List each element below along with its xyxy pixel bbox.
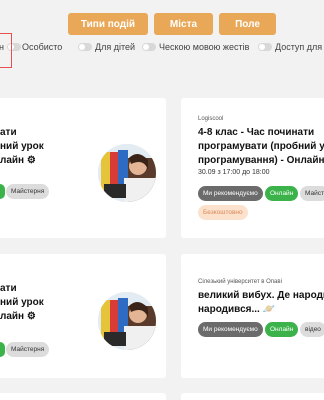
event-thumbnail [98,144,156,202]
toggle-label: Особисто [22,42,63,52]
event-card[interactable]: Logiscool 4-8 клас - Час починати програ… [181,98,324,238]
event-card-partial [0,393,166,400]
card-title[interactable]: великий вибух. Де народив народився... 🪐 [198,289,324,317]
video-tag: відео [300,322,324,337]
toggle-label: Ческою мовою жестів [159,42,250,52]
toggle-switch[interactable] [142,43,156,51]
recommended-tag: Ми рекомендуємо [198,186,263,201]
toggle-filters: н Особисто Для дітей Ческою мовою жестів… [0,42,324,58]
toggle-switch[interactable] [78,43,92,51]
toggle-accessibility[interactable]: Доступ для і [258,42,324,52]
online-tag: Онлайн [265,322,299,337]
card-title[interactable]: ати ний урок лайн ⚙ [0,126,44,168]
toggle-in-person[interactable]: Особисто [22,42,62,52]
event-card[interactable]: Сілезький університет в Опаві великий ви… [181,254,324,378]
event-card-partial [181,393,324,400]
toggle-switch[interactable] [258,43,272,51]
card-date: 30.09 з 17:00 до 18:00 [198,169,270,176]
recommended-tag: Ми рекомендуємо [198,322,263,337]
toggle-for-children[interactable]: Для дітей [78,42,135,52]
city-button[interactable]: Міста [154,13,213,35]
field-button[interactable]: Поле [219,13,276,35]
toggle-sign-language[interactable]: Ческою мовою жестів [142,42,249,52]
filter-buttons: Типи подій Міста Поле [68,13,276,35]
card-title[interactable]: ати ний урок лайн ⚙ [0,282,44,324]
workshop-tag: Майст [300,186,324,201]
workshop-tag: Майстерня [6,342,50,357]
event-card[interactable]: ати ний урок лайн ⚙ Майстерня [0,254,166,378]
toggle-label: Доступ для і [275,42,324,52]
workshop-tag: Майстерня [6,184,50,199]
event-thumbnail [98,292,156,350]
card-title[interactable]: 4-8 клас - Час починати програмувати (пр… [198,126,324,168]
card-organizer: Logiscool [198,116,224,122]
card-organizer: Сілезький університет в Опаві [198,279,282,285]
focus-highlight [0,33,12,68]
online-tag: Онлайн [265,186,299,201]
event-card[interactable]: ати ний урок лайн ⚙ Майстерня [0,98,166,238]
toggle-label: Для дітей [95,42,136,52]
online-tag [0,184,5,199]
online-tag [0,342,5,357]
event-types-button[interactable]: Типи подій [68,13,148,35]
free-tag: Безкоштовно [198,205,248,220]
